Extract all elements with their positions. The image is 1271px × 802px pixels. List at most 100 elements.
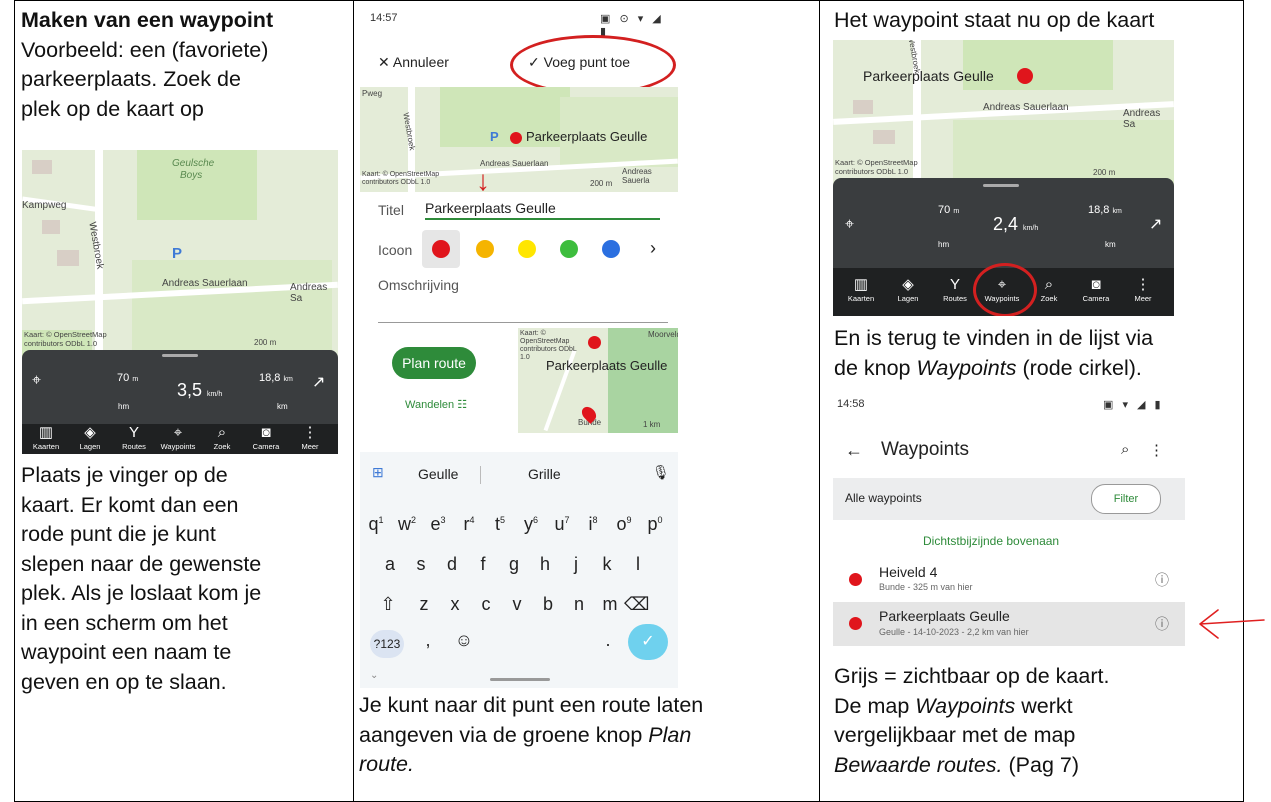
key-t[interactable]: t5	[488, 514, 512, 535]
more-icon: ⋮	[302, 424, 318, 441]
key-b[interactable]: b	[536, 594, 560, 615]
route-arrow-icon[interactable]: ↗	[1149, 214, 1162, 234]
zoek-button[interactable]: ⌕ Zoek	[202, 424, 242, 451]
page-title: Waypoints	[881, 439, 969, 460]
more-icon[interactable]: ⋮	[1149, 441, 1164, 459]
comma-key[interactable]: ,	[416, 630, 440, 651]
key-i[interactable]: i8	[581, 514, 605, 535]
camera-icon: ◙	[261, 424, 271, 441]
key-u[interactable]: u7	[550, 514, 574, 535]
key-w[interactable]: w2	[395, 514, 419, 535]
parking-icon: P	[490, 129, 499, 144]
list-item[interactable]: Parkeerplaats Geulle Geulle - 14-10-2023…	[833, 602, 1185, 646]
hm-label: hm	[118, 402, 130, 411]
numbers-key[interactable]: ?123	[370, 630, 404, 658]
title-input[interactable]: Parkeerplaats Geulle	[425, 200, 660, 220]
key-p[interactable]: p0	[643, 514, 667, 535]
routes-button[interactable]: Y Routes	[114, 424, 154, 451]
key-x[interactable]: x	[443, 594, 467, 615]
key-l[interactable]: l	[626, 554, 650, 575]
map-credit: Kaart: © OpenStreetMap	[24, 330, 107, 339]
key-n[interactable]: n	[567, 594, 591, 615]
key-e[interactable]: e3	[426, 514, 450, 535]
key-m[interactable]: m	[598, 594, 622, 615]
key-h[interactable]: h	[533, 554, 557, 575]
col1-body-line: plek. Als je loslaat kom je	[21, 581, 262, 605]
chevron-right-icon[interactable]: ›	[650, 238, 656, 259]
key-k[interactable]: k	[595, 554, 619, 575]
key-g[interactable]: g	[502, 554, 526, 575]
caption-line: aangeven via de groene knop	[359, 722, 649, 747]
col1-body-line: kaart. Er komt dan een	[21, 492, 239, 517]
chevron-down-icon[interactable]: ⌄	[370, 670, 378, 681]
key-f[interactable]: f	[471, 554, 495, 575]
suggestion[interactable]: Grille	[528, 466, 561, 482]
suggestion[interactable]: Geulle	[418, 466, 458, 482]
compass-icon[interactable]: ⌖	[32, 372, 41, 390]
microphone-icon[interactable]: 🎙	[652, 464, 670, 481]
back-arrow-icon[interactable]: ←	[845, 440, 863, 461]
key-j[interactable]: j	[564, 554, 588, 575]
red-arrow-annotation: ↓	[476, 165, 490, 193]
emoji-icon[interactable]: ☺	[452, 630, 476, 651]
kaarten-button[interactable]: ▥ Kaarten	[26, 424, 66, 451]
wandelen-button[interactable]: Wandelen ☷	[405, 398, 467, 411]
col2-map[interactable]: Pweg Westbroek P Parkeerplaats Geulle An…	[360, 87, 678, 192]
red-highlight-circle	[973, 263, 1037, 316]
period-key[interactable]: .	[596, 630, 620, 651]
key-s[interactable]: s	[409, 554, 433, 575]
map-building	[853, 100, 873, 114]
backspace-key[interactable]: ⌫	[624, 594, 649, 615]
route-arrow-icon[interactable]: ↗	[312, 372, 325, 392]
key-q[interactable]: q1	[364, 514, 388, 535]
apps-grid-icon[interactable]: ⊞	[372, 464, 384, 481]
compass-icon[interactable]: ⌖	[845, 216, 854, 234]
waypoint-marker[interactable]	[510, 132, 522, 144]
color-swatch-red[interactable]	[432, 240, 450, 258]
key-v[interactable]: v	[505, 594, 529, 615]
meer-button[interactable]: ⋮ Meer	[290, 424, 330, 451]
color-swatch-green[interactable]	[560, 240, 578, 258]
camera-button[interactable]: ◙ Camera	[246, 424, 286, 451]
shift-key[interactable]: ⇧	[376, 594, 400, 615]
filter-button[interactable]: Filter	[1091, 484, 1161, 514]
drag-handle[interactable]	[162, 354, 198, 357]
col2-caption: Je kunt naar dit punt een route laten aa…	[359, 691, 809, 780]
routes-button[interactable]: Y Routes	[935, 276, 975, 303]
search-icon[interactable]: ⌕	[1121, 441, 1129, 458]
waypoint-marker	[588, 336, 601, 349]
key-r[interactable]: r4	[457, 514, 481, 535]
key-o[interactable]: o9	[612, 514, 636, 535]
color-swatch-yellow[interactable]	[518, 240, 536, 258]
drag-handle[interactable]	[983, 184, 1019, 187]
nav-handle[interactable]	[490, 678, 550, 681]
key-z[interactable]: z	[412, 594, 436, 615]
lagen-button[interactable]: ◈ Lagen	[888, 276, 928, 303]
map-label: Kampweg	[22, 200, 67, 211]
key-d[interactable]: d	[440, 554, 464, 575]
lagen-button[interactable]: ◈ Lagen	[70, 424, 110, 451]
color-swatch-orange[interactable]	[476, 240, 494, 258]
key-a[interactable]: a	[378, 554, 402, 575]
kaarten-button[interactable]: ▥ Kaarten	[841, 276, 881, 303]
key-c[interactable]: c	[474, 594, 498, 615]
info-icon[interactable]: ⓘ	[1155, 570, 1169, 590]
col3-bottom-text: Grijs = zichtbaar op de kaart. De map Wa…	[834, 662, 1254, 780]
waypoints-button[interactable]: ⌖ Waypoints	[158, 424, 198, 451]
plan-route-button[interactable]: Plan route	[392, 347, 476, 379]
col1-text-bottom: Plaats je vinger op de kaart. Er komt da…	[21, 461, 341, 697]
camera-button[interactable]: ◙ Camera	[1076, 276, 1116, 303]
color-swatch-blue[interactable]	[602, 240, 620, 258]
list-item[interactable]: Heiveld 4 Bunde - 325 m van hier ⓘ	[833, 560, 1185, 600]
waypoint-marker[interactable]	[1017, 68, 1033, 84]
waypoint-label: Parkeerplaats Geulle	[546, 358, 668, 373]
cancel-button[interactable]: ✕ Annuleer	[378, 54, 449, 71]
enter-check-icon[interactable]: ✓	[628, 624, 668, 660]
mini-map[interactable]: Kaart: © OpenStreetMap contributors ODbL…	[518, 328, 678, 433]
info-icon[interactable]: ⓘ	[1155, 614, 1169, 634]
meer-button[interactable]: ⋮ Meer	[1123, 276, 1163, 303]
col1-map-screenshot: Geulsche Boys Kampweg Westbroek Andreas …	[22, 150, 338, 454]
route-unit: km	[1112, 208, 1122, 215]
key-y[interactable]: y6	[519, 514, 543, 535]
description-input[interactable]	[378, 322, 668, 323]
